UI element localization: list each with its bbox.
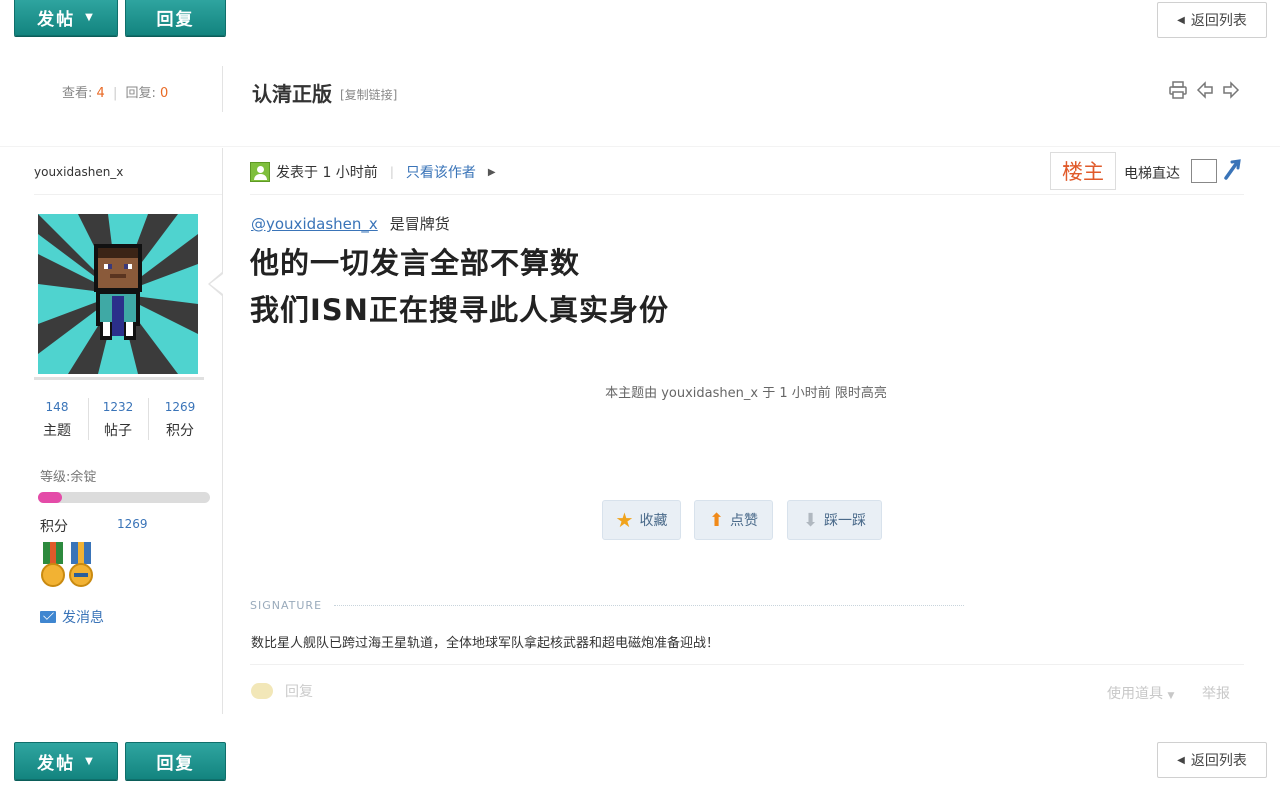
replies-count: 0 xyxy=(160,86,169,101)
reply-button[interactable]: 回复 xyxy=(125,0,226,36)
new-post-label: 发帖 xyxy=(37,753,76,774)
stat-value: 1232 xyxy=(102,400,134,414)
avatar-shadow xyxy=(34,377,204,380)
signature-divider xyxy=(334,605,964,606)
reply-label: 回复 xyxy=(156,753,195,774)
post-footer-line xyxy=(250,664,1244,665)
posted-time: 发表于 1 小时前 xyxy=(276,165,378,181)
post-meta-underline xyxy=(250,194,1244,195)
next-thread-icon[interactable] xyxy=(1222,80,1240,105)
signature-label: SIGNATURE xyxy=(250,599,323,612)
stat-label: 帖子 xyxy=(104,423,132,439)
reply-button-bottom[interactable]: 回复 xyxy=(125,742,226,780)
mail-icon xyxy=(40,611,56,623)
chevron-down-icon: ▼ xyxy=(1167,691,1175,701)
sidebar-divider xyxy=(222,148,223,714)
stat-value: 1269 xyxy=(164,400,196,414)
use-tool-label: 使用道具 xyxy=(1107,686,1163,702)
copy-link[interactable]: [复制链接] xyxy=(340,86,397,103)
elevator-input[interactable] xyxy=(1191,159,1217,183)
favorite-button[interactable]: ★ 收藏 xyxy=(602,500,681,540)
caret-right-icon[interactable]: ▶ xyxy=(488,167,496,178)
like-label: 点赞 xyxy=(730,513,759,529)
meta-separator: | xyxy=(389,165,394,179)
header-bottom-line xyxy=(0,146,1280,147)
mention-suffix: 是冒牌货 xyxy=(389,215,450,233)
post-reply-label: 回复 xyxy=(285,684,313,700)
chevron-down-icon: ▼ xyxy=(85,11,95,23)
star-icon: ★ xyxy=(615,508,634,532)
stat-separator xyxy=(148,398,149,440)
caret-left-icon: ◀ xyxy=(1177,14,1185,26)
thumb-down-icon: ⬇ xyxy=(802,509,819,531)
favorite-label: 收藏 xyxy=(639,513,668,529)
stat-label: 积分 xyxy=(166,423,194,439)
caret-left-icon: ◀ xyxy=(1177,754,1185,766)
username-underline xyxy=(34,194,222,195)
send-message-label: 发消息 xyxy=(62,610,104,626)
user-mention-link[interactable]: @youxidashen_x xyxy=(251,215,378,233)
floor-badge[interactable]: 楼主 xyxy=(1050,152,1116,190)
prev-thread-icon[interactable] xyxy=(1196,80,1214,105)
report-link[interactable]: 举报 xyxy=(1202,683,1230,703)
stat-points[interactable]: 1269 积分 xyxy=(151,400,209,440)
post-line-1: 他的一切发言全部不算数 xyxy=(250,246,581,280)
send-message-link[interactable]: 发消息 xyxy=(40,607,104,627)
medal-icon[interactable] xyxy=(40,542,66,592)
dislike-label: 踩一踩 xyxy=(824,513,867,529)
chevron-down-icon: ▼ xyxy=(85,755,95,767)
views-count: 4 xyxy=(96,86,105,101)
user-level[interactable]: 等级:余锭 xyxy=(40,466,96,485)
signature-text: 数比星人舰队已跨过海王星轨道，全体地球军队拿起核武器和超电磁炮准备迎战！ xyxy=(251,636,720,651)
thread-stats: 查看: 4 | 回复: 0 xyxy=(62,82,168,101)
thumb-up-icon: ⬆ xyxy=(708,509,725,531)
header-divider xyxy=(222,66,223,112)
points-value: 1269 xyxy=(117,517,148,531)
post-line-2: 我们ISN正在搜寻此人真实身份 xyxy=(250,293,669,327)
back-to-list-button-bottom[interactable]: ◀ 返回列表 xyxy=(1157,742,1267,778)
new-post-button[interactable]: 发帖 ▼ xyxy=(14,0,118,36)
dislike-button[interactable]: ⬇ 踩一踩 xyxy=(787,500,882,540)
stat-value: 148 xyxy=(45,400,69,414)
stat-threads[interactable]: 148 主题 xyxy=(28,400,86,440)
like-button[interactable]: ⬆ 点赞 xyxy=(694,500,773,540)
stats-separator: | xyxy=(112,86,118,101)
new-post-button-bottom[interactable]: 发帖 ▼ xyxy=(14,742,118,780)
use-tool-menu[interactable]: 使用道具 ▼ xyxy=(1107,683,1174,703)
replies-label: 回复: xyxy=(125,86,156,101)
reply-label: 回复 xyxy=(156,9,195,30)
post-meta: 发表于 1 小时前 | 只看该作者 ▶ xyxy=(250,162,496,182)
back-to-list-label: 返回列表 xyxy=(1190,13,1247,29)
back-to-list-label: 返回列表 xyxy=(1190,753,1247,769)
views-label: 查看: xyxy=(62,86,93,101)
level-progress-bar xyxy=(38,492,210,503)
author-avatar[interactable] xyxy=(38,214,198,374)
author-username[interactable]: youxidashen_x xyxy=(34,165,123,179)
new-post-label: 发帖 xyxy=(37,9,76,30)
stat-posts[interactable]: 1232 帖子 xyxy=(89,400,147,440)
online-user-icon xyxy=(250,162,270,182)
points-label: 积分 xyxy=(40,519,68,535)
level-progress-fill xyxy=(38,492,63,503)
elevator-label: 电梯直达 xyxy=(1124,166,1180,182)
post-pointer-inner xyxy=(210,274,223,294)
printer-icon[interactable] xyxy=(1168,80,1188,105)
elevator-go-icon[interactable] xyxy=(1222,158,1242,185)
medals xyxy=(40,542,94,592)
only-author-link[interactable]: 只看该作者 xyxy=(406,162,476,182)
back-to-list-button[interactable]: ◀ 返回列表 xyxy=(1157,2,1267,38)
post-reply-link[interactable]: 回复 xyxy=(251,681,313,701)
stat-label: 主题 xyxy=(43,423,71,439)
medal-icon[interactable] xyxy=(68,542,94,592)
speech-bubble-icon xyxy=(251,683,273,699)
thread-title: 认清正版 xyxy=(252,82,332,106)
highlight-note: 本主题由 youxidashen_x 于 1 小时前 限时高亮 xyxy=(605,386,887,401)
mention-line: @youxidashen_x 是冒牌货 xyxy=(251,213,450,234)
thread-tools xyxy=(1168,80,1240,105)
